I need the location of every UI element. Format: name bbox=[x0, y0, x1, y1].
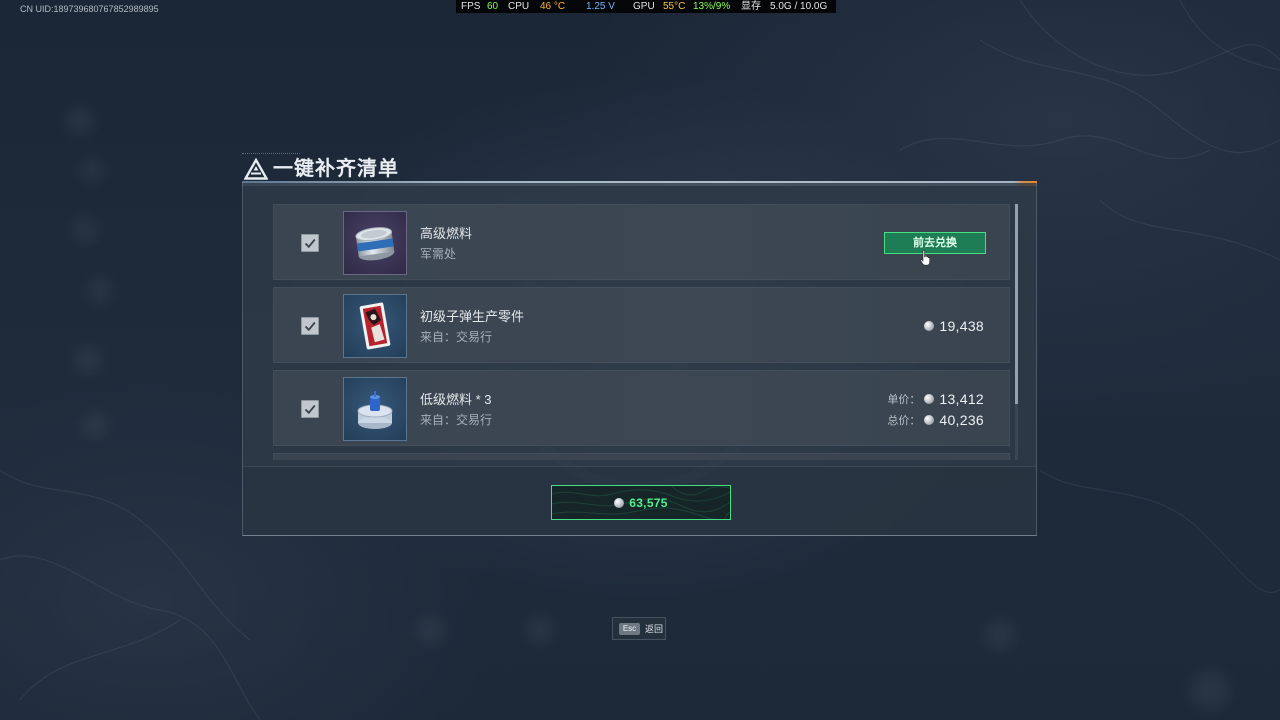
list-item[interactable]: 高级燃料 军需处 前去兑换 bbox=[273, 204, 1010, 280]
fps-label: FPS bbox=[461, 1, 481, 12]
player-uid: CN UID:189739680767852989895 bbox=[20, 4, 159, 14]
title-dotted-rule bbox=[242, 153, 300, 154]
item-checkbox[interactable] bbox=[301, 400, 319, 418]
coin-icon bbox=[924, 394, 935, 404]
total-price-label: 总价： bbox=[887, 415, 921, 427]
dialog-title: 一键补齐清单 bbox=[273, 158, 399, 180]
coin-icon bbox=[924, 321, 935, 331]
back-label: 返回 bbox=[645, 624, 664, 634]
total-price: 总价： 40,236 bbox=[887, 412, 984, 428]
esc-key: Esc bbox=[619, 623, 640, 635]
fps-value: 60 bbox=[487, 1, 499, 12]
vram-value: 5.0G / 10.0G bbox=[770, 1, 828, 12]
cpu-voltage: 1.25 V bbox=[586, 1, 615, 12]
item-source: 军需处 bbox=[420, 247, 457, 261]
fuel-can-icon bbox=[355, 227, 395, 261]
check-icon bbox=[304, 321, 316, 332]
fuel-canister-icon bbox=[357, 391, 393, 429]
gpu-usage: 13%/9% bbox=[693, 1, 731, 12]
item-source: 来自：交易行 bbox=[420, 413, 493, 427]
unit-price-value: 13,412 bbox=[939, 391, 984, 407]
scrollbar-thumb[interactable] bbox=[1015, 204, 1018, 404]
item-thumbnail bbox=[343, 377, 407, 441]
item-name: 高级燃料 bbox=[420, 226, 473, 241]
item-checkbox[interactable] bbox=[301, 317, 319, 335]
triangle-logo-icon bbox=[244, 158, 268, 180]
check-icon bbox=[304, 238, 316, 249]
bullet-parts-card-icon bbox=[359, 302, 391, 350]
coin-icon bbox=[614, 497, 625, 508]
item-source: 来自：交易行 bbox=[420, 330, 493, 344]
total-amount-value: 63,575 bbox=[629, 495, 668, 510]
vram-label: 显存 bbox=[741, 1, 761, 12]
go-exchange-button[interactable]: 前去兑换 bbox=[884, 232, 986, 254]
item-name: 低级燃料 * 3 bbox=[420, 392, 492, 407]
cpu-label: CPU bbox=[508, 1, 530, 12]
total-amount: 63,575 bbox=[552, 486, 730, 519]
item-price: 19,438 bbox=[924, 318, 984, 334]
restock-list-panel: 高级燃料 军需处 前去兑换 初级子弹生产零件 来自：交易行 19,438 低级燃… bbox=[242, 183, 1037, 536]
cpu-temperature: 46 °C bbox=[540, 1, 566, 12]
list-item[interactable]: 低级燃料 * 3 来自：交易行 单价： 13,412 总价： 40,236 bbox=[273, 370, 1010, 446]
item-thumbnail bbox=[343, 211, 407, 275]
scrollbar[interactable] bbox=[1015, 204, 1018, 460]
item-thumbnail bbox=[343, 294, 407, 358]
item-price-value: 19,438 bbox=[939, 318, 984, 334]
back-hint[interactable]: Esc 返回 bbox=[612, 617, 666, 640]
item-name: 初级子弹生产零件 bbox=[420, 309, 525, 324]
total-purchase-button[interactable]: 63,575 bbox=[551, 485, 731, 520]
unit-price: 单价： 13,412 bbox=[887, 391, 984, 407]
list-item[interactable]: 初级子弹生产零件 来自：交易行 19,438 bbox=[273, 287, 1010, 363]
gpu-label: GPU bbox=[633, 1, 655, 12]
item-list[interactable]: 高级燃料 军需处 前去兑换 初级子弹生产零件 来自：交易行 19,438 低级燃… bbox=[273, 204, 1010, 460]
list-item-partial bbox=[273, 453, 1010, 460]
coin-icon bbox=[924, 415, 935, 425]
mouse-cursor-icon bbox=[920, 250, 930, 266]
unit-price-label: 单价： bbox=[887, 394, 921, 406]
performance-overlay: FPS 60 CPU 46 °C 1.25 V GPU 55°C 13%/9% … bbox=[456, 0, 836, 13]
gpu-temperature: 55°C bbox=[663, 1, 686, 12]
total-price-value: 40,236 bbox=[939, 412, 984, 428]
check-icon bbox=[304, 404, 316, 415]
item-checkbox[interactable] bbox=[301, 234, 319, 252]
